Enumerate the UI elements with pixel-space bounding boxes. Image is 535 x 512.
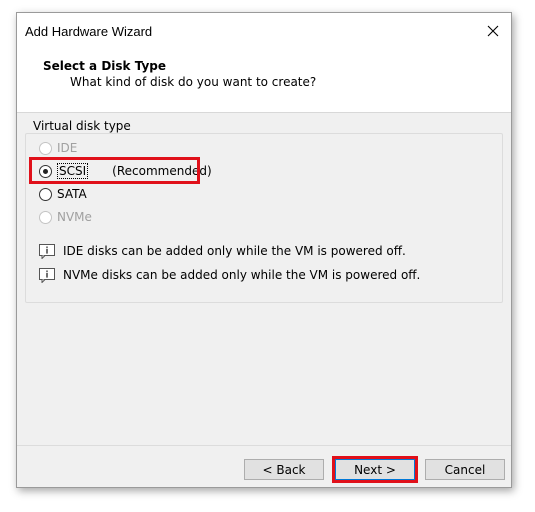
recommended-note: (Recommended) [112,164,212,178]
wizard-header: Select a Disk Type What kind of disk do … [17,49,511,113]
radio-button[interactable] [39,187,52,201]
back-button[interactable]: < Back [244,459,324,480]
window-title: Add Hardware Wizard [25,24,153,39]
radio-scsi[interactable]: SCSI (Recommended) [39,162,212,180]
info-icon [39,267,55,283]
radio-label: SCSI [57,163,89,179]
radio-button[interactable] [39,141,52,155]
next-button[interactable]: Next > [335,459,415,480]
radio-button[interactable] [39,164,52,178]
radio-ide[interactable]: IDE [39,139,77,157]
title-bar: Add Hardware Wizard [17,13,511,49]
wizard-window: Add Hardware Wizard Select a Disk Type W… [16,12,512,488]
group-label: Virtual disk type [31,119,133,133]
radio-sata[interactable]: SATA [39,185,87,203]
page-title: Select a Disk Type [43,59,167,73]
page-subtitle: What kind of disk do you want to create? [70,75,317,89]
radio-label: SATA [57,187,87,201]
footer-divider [17,445,511,446]
radio-label: NVMe [57,210,92,224]
info-ide: IDE disks can be added only while the VM… [39,242,406,260]
radio-label: IDE [57,141,78,155]
close-icon [487,25,499,37]
cancel-button[interactable]: Cancel [425,459,505,480]
close-button[interactable] [475,13,511,49]
info-icon [39,243,55,259]
info-text: NVMe disks can be added only while the V… [63,268,421,282]
radio-button[interactable] [39,210,52,224]
info-text: IDE disks can be added only while the VM… [63,244,406,258]
info-nvme: NVMe disks can be added only while the V… [39,266,420,284]
radio-nvme[interactable]: NVMe [39,208,92,226]
